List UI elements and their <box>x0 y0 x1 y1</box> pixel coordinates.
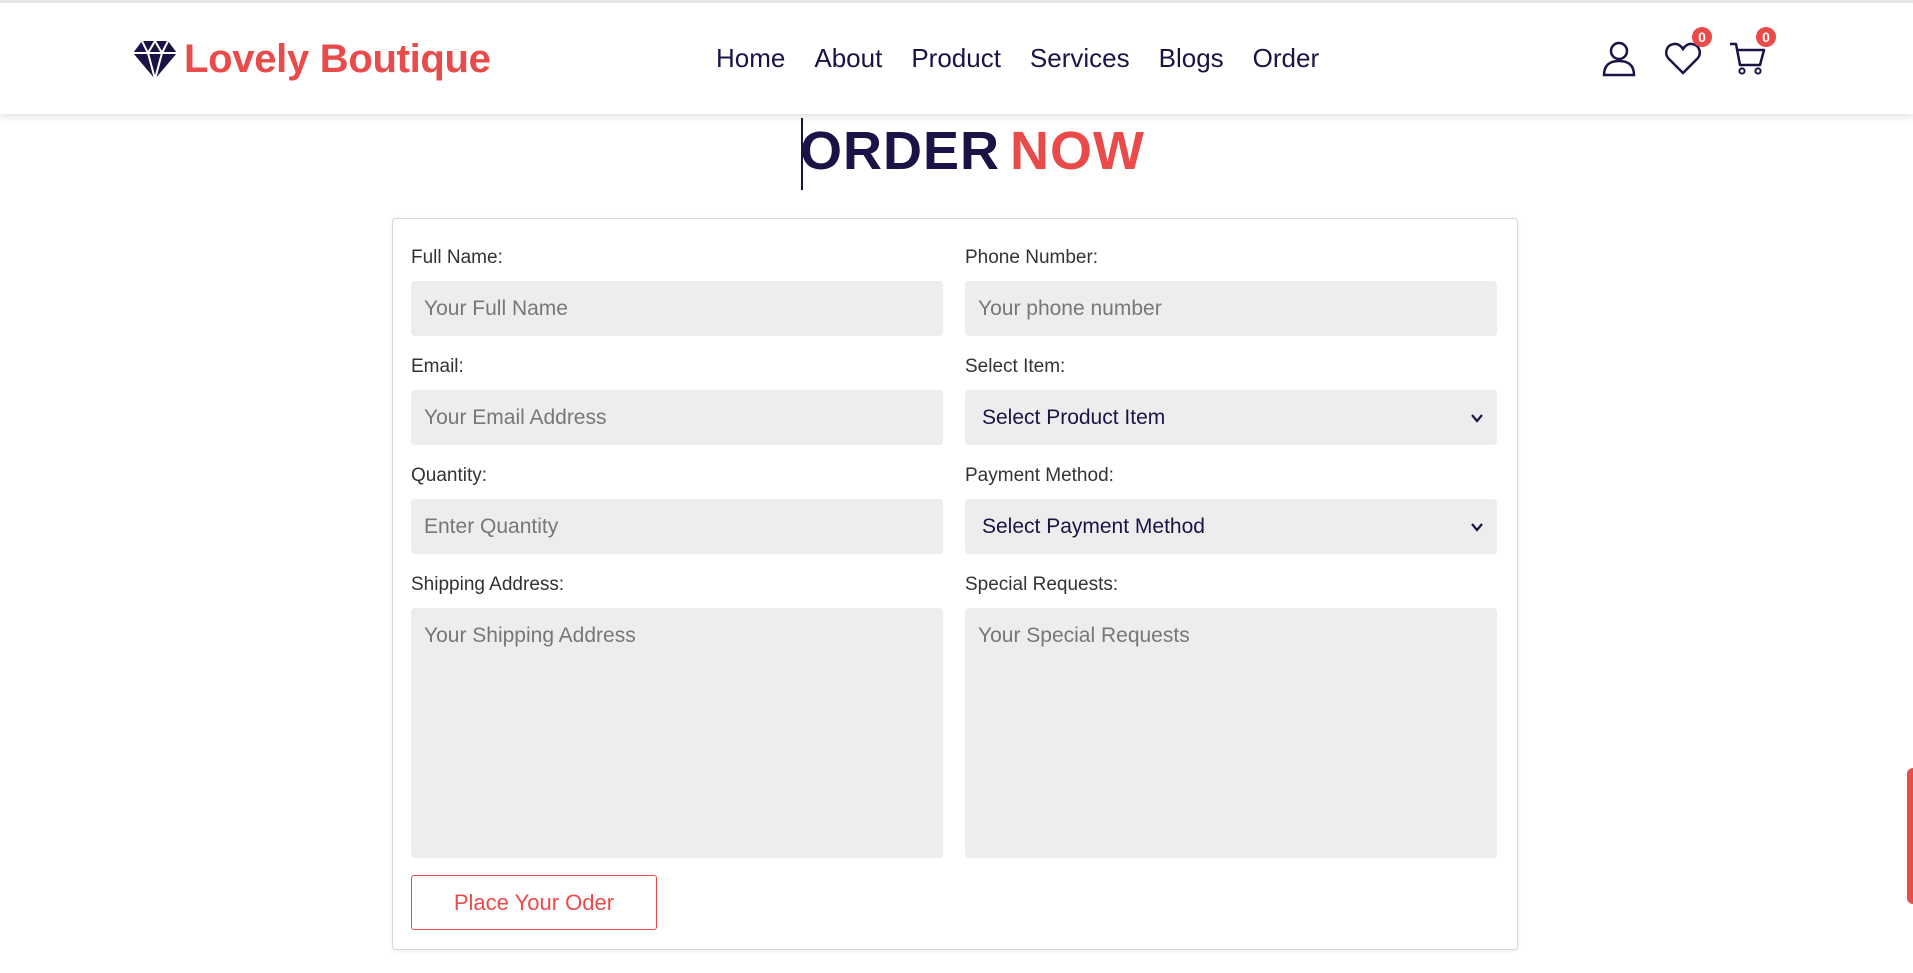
chevron-down-icon <box>1471 413 1483 423</box>
place-order-button[interactable]: Place Your Oder <box>411 875 657 930</box>
email-label: Email: <box>411 356 464 377</box>
quantity-label: Quantity: <box>411 465 488 486</box>
item-group: Select Item: Select Product Item <box>965 356 1497 445</box>
payment-label: Payment Method: <box>965 465 1114 486</box>
order-form: Full Name: Your Full Name Phone Number: … <box>392 218 1518 950</box>
brand-logo[interactable]: Lovely Boutique <box>132 37 491 82</box>
user-icon <box>1602 41 1636 77</box>
side-tab[interactable] <box>1907 768 1913 904</box>
phone-input[interactable]: Your phone number <box>965 281 1497 336</box>
quantity-group: Quantity: Enter Quantity <box>411 465 943 554</box>
wishlist-count-badge: 0 <box>1692 27 1712 47</box>
page-title-part2: NOW <box>1010 121 1145 181</box>
nav-product[interactable]: Product <box>911 43 1001 74</box>
nav-services[interactable]: Services <box>1030 43 1130 74</box>
item-select-value: Select Product Item <box>982 405 1166 429</box>
chevron-down-icon <box>1471 522 1483 532</box>
email-group: Email: Your Email Address <box>411 356 943 445</box>
diamond-icon <box>133 38 177 81</box>
nav-blogs[interactable]: Blogs <box>1159 43 1224 74</box>
payment-group: Payment Method: Select Payment Method <box>965 465 1497 554</box>
requests-label: Special Requests: <box>965 574 1119 595</box>
page-title: ORDER NOW <box>800 120 1145 182</box>
shipping-group: Shipping Address: Your Shipping Address <box>411 574 943 858</box>
full-name-group: Full Name: Your Full Name <box>411 247 943 336</box>
nav-order[interactable]: Order <box>1253 43 1319 74</box>
requests-group: Special Requests: Your Special Requests <box>965 574 1497 858</box>
full-name-label: Full Name: <box>411 247 503 268</box>
quantity-input[interactable]: Enter Quantity <box>411 499 943 554</box>
shipping-textarea[interactable]: Your Shipping Address <box>411 608 943 858</box>
cart-button[interactable]: 0 <box>1728 27 1776 79</box>
site-header: Lovely Boutique Home About Product Servi… <box>0 3 1913 114</box>
payment-select[interactable]: Select Payment Method <box>965 499 1497 554</box>
email-input[interactable]: Your Email Address <box>411 390 943 445</box>
requests-textarea[interactable]: Your Special Requests <box>965 608 1497 858</box>
brand-name: Lovely Boutique <box>184 37 491 81</box>
nav-home[interactable]: Home <box>716 43 785 74</box>
account-button[interactable] <box>1600 39 1640 79</box>
header-icons: 0 0 <box>1600 27 1792 79</box>
page-title-part1: ORDER <box>800 121 1001 181</box>
wishlist-button[interactable]: 0 <box>1664 27 1712 79</box>
phone-label: Phone Number: <box>965 247 1099 268</box>
item-select[interactable]: Select Product Item <box>965 390 1497 445</box>
item-label: Select Item: <box>965 356 1066 377</box>
full-name-input[interactable]: Your Full Name <box>411 281 943 336</box>
payment-select-value: Select Payment Method <box>982 514 1205 538</box>
cart-count-badge: 0 <box>1756 27 1776 47</box>
shipping-label: Shipping Address: <box>411 574 565 595</box>
nav-about[interactable]: About <box>814 43 882 74</box>
phone-group: Phone Number: Your phone number <box>965 247 1497 336</box>
main-nav: Home About Product Services Blogs Order <box>716 43 1348 74</box>
